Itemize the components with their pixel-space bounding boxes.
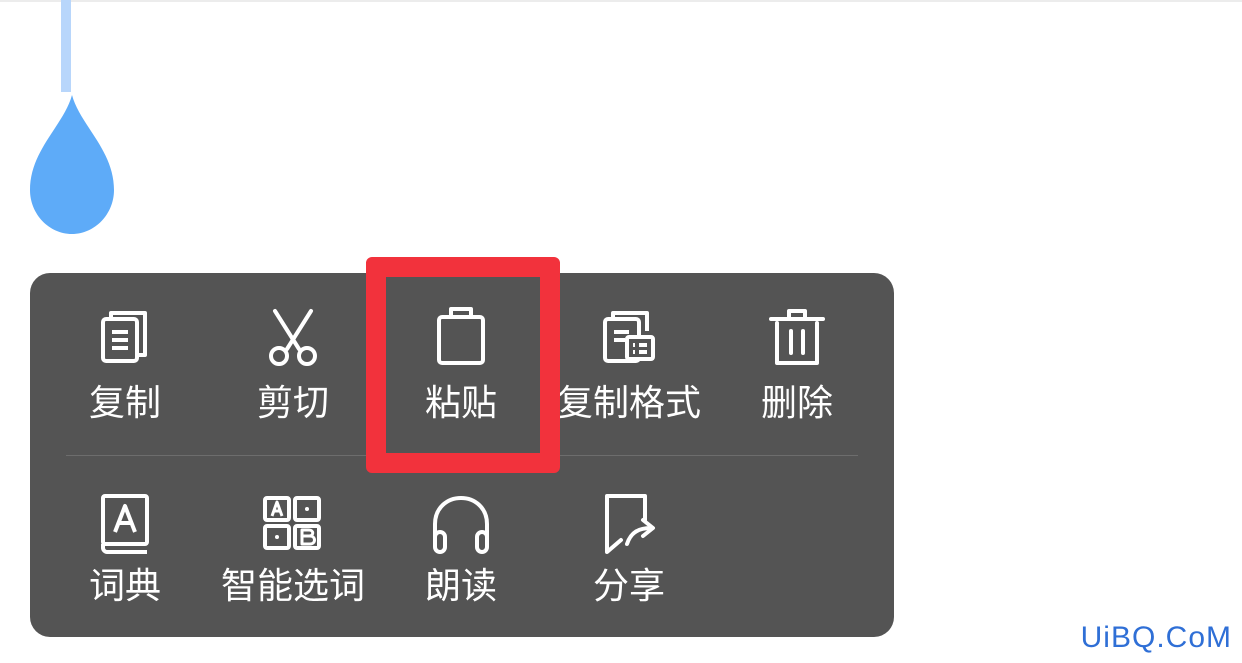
text-cursor-handle[interactable] [28,0,116,236]
copy-icon [101,311,147,363]
menu-item-label: 分享 [592,566,665,607]
dictionary-icon [101,494,149,554]
menu-item-read-aloud[interactable]: 朗读 [377,456,545,607]
menu-item-smart-select[interactable]: 智能选词 [209,456,377,607]
menu-item-cut[interactable]: 剪切 [209,273,377,424]
menu-item-share[interactable]: 分享 [545,456,713,607]
menu-item-label: 删除 [760,383,833,424]
scissors-icon [269,309,317,366]
menu-item-copy-format[interactable]: 复制格式 [545,273,713,424]
top-edge-line [0,0,1242,2]
headphones-icon [433,496,489,554]
highlight-box [366,257,560,473]
copy-format-icon [603,311,655,363]
smart-select-icon [263,496,321,550]
menu-item-copy[interactable]: 复制 [41,273,209,424]
trash-icon [769,309,825,365]
share-icon [605,494,655,554]
menu-item-delete[interactable]: 删除 [713,273,881,424]
watermark: UiBQ.CoM [1080,621,1232,654]
menu-item-dictionary[interactable]: 词典 [41,456,209,607]
